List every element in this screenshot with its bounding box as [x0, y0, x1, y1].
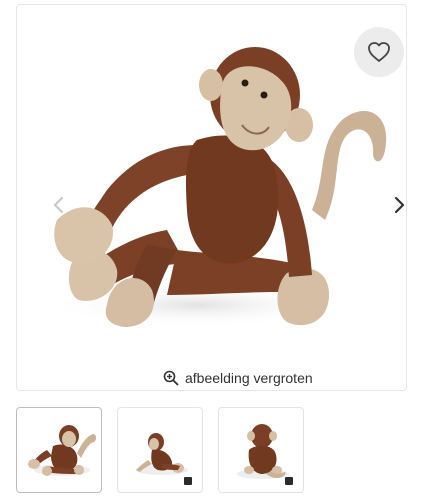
thumbnail-1[interactable]	[16, 407, 102, 493]
chevron-right-icon[interactable]	[387, 193, 407, 217]
brand-logo-icon	[285, 477, 293, 485]
brand-logo-icon	[184, 477, 192, 485]
thumbnail-strip	[16, 407, 407, 495]
favorite-button[interactable]	[354, 27, 404, 77]
product-image-gallery: afbeelding vergroten	[16, 4, 407, 391]
zoom-in-icon	[163, 370, 179, 386]
thumbnail-2[interactable]	[117, 407, 203, 493]
zoom-label: afbeelding vergroten	[185, 370, 313, 386]
thumbnail-3[interactable]	[218, 407, 304, 493]
heart-outline-icon	[368, 42, 390, 62]
thumbnail-image	[28, 425, 97, 476]
zoom-image-link[interactable]: afbeelding vergroten	[163, 367, 313, 389]
main-product-image[interactable]	[17, 5, 407, 391]
chevron-left-icon[interactable]	[47, 193, 71, 217]
